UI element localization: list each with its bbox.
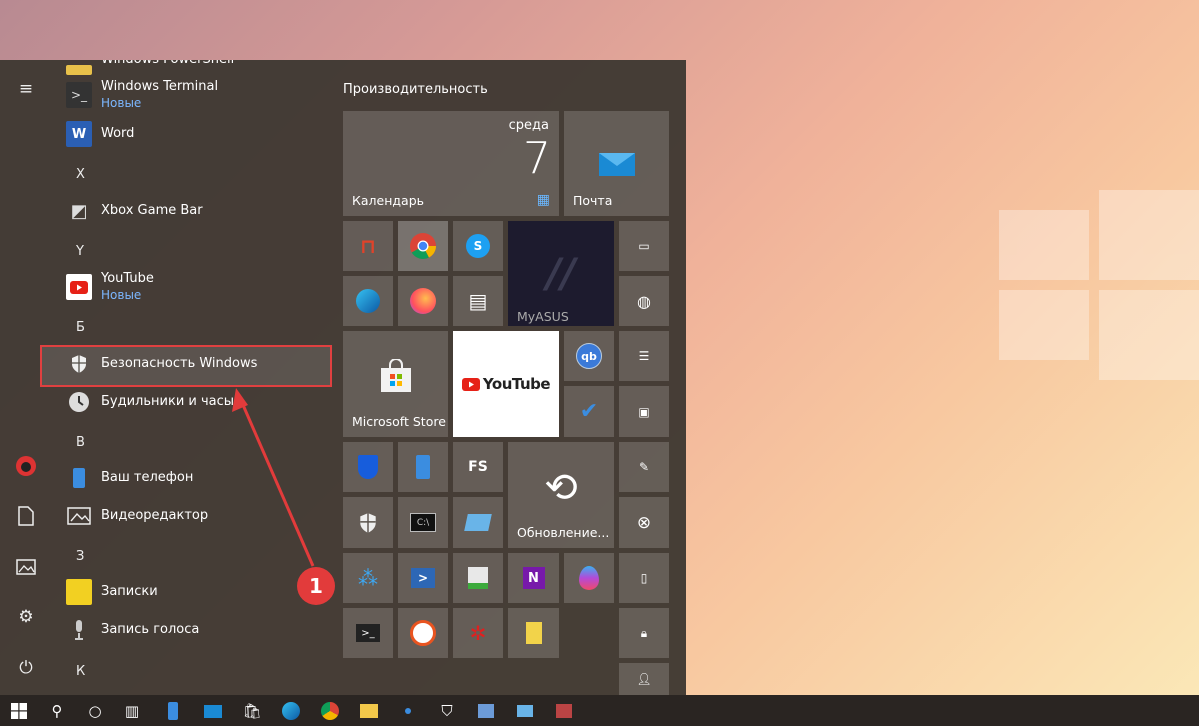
annotation-arrow [232, 388, 315, 567]
app2-taskbar-icon[interactable] [471, 698, 501, 724]
start-button[interactable] [4, 698, 34, 724]
app-taskbar-icon[interactable] [393, 698, 423, 724]
your-phone-taskbar-icon[interactable] [158, 698, 188, 724]
windows-logo-icon [11, 703, 27, 719]
chrome-taskbar-icon[interactable] [315, 698, 345, 724]
taskbar: ⚲ ○ ▥ 🛍︎ ⛉ [0, 695, 1199, 726]
cortana-icon[interactable]: ○ [80, 698, 110, 724]
task-view-icon[interactable]: ▥ [117, 698, 147, 724]
app3-taskbar-icon[interactable] [549, 698, 579, 724]
annotation-badge: 1 [297, 567, 335, 605]
search-icon[interactable]: ⚲ [42, 698, 72, 724]
mail-taskbar-icon[interactable] [198, 698, 228, 724]
store-taskbar-icon[interactable]: 🛍︎ [237, 698, 267, 724]
remote-taskbar-icon[interactable] [510, 698, 540, 724]
edge-taskbar-icon[interactable] [276, 698, 306, 724]
file-explorer-taskbar-icon[interactable] [354, 698, 384, 724]
security-taskbar-icon[interactable]: ⛉ [432, 698, 462, 724]
